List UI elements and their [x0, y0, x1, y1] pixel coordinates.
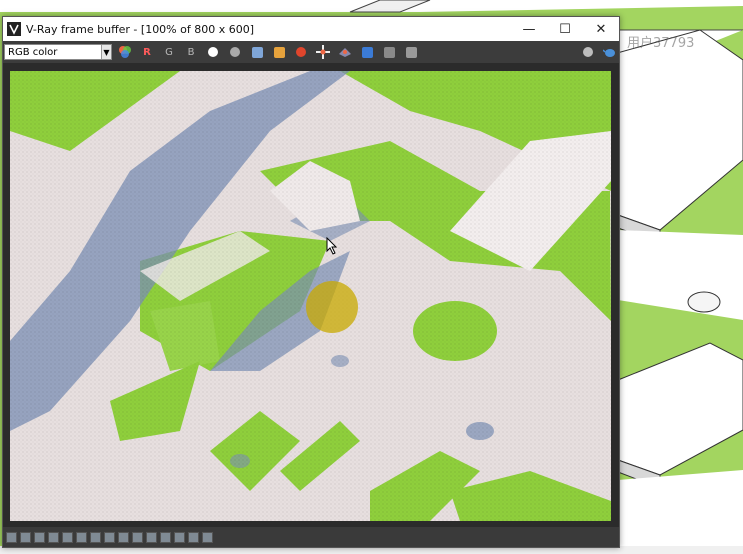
- history-icon[interactable]: [6, 531, 17, 543]
- watermark-text: 用户37793: [627, 36, 695, 51]
- split-vertical-icon[interactable]: [188, 531, 199, 543]
- save-image-icon[interactable]: [248, 43, 266, 61]
- ocio-icon[interactable]: [132, 531, 143, 543]
- cursor-highlight: [306, 281, 358, 333]
- exposure-icon[interactable]: [62, 531, 73, 543]
- lens-effects-icon[interactable]: [380, 43, 398, 61]
- color-correction-icon[interactable]: [402, 43, 420, 61]
- pixel-aspect-icon[interactable]: [146, 531, 157, 543]
- window-title: V-Ray frame buffer - [100% of 800 x 600]: [26, 22, 255, 36]
- vray-app-icon: [7, 22, 21, 36]
- open-folder-icon[interactable]: [270, 43, 288, 61]
- maximize-button[interactable]: ☐: [547, 17, 583, 41]
- minimize-button[interactable]: —: [511, 17, 547, 41]
- link-to-3d-icon[interactable]: [358, 43, 376, 61]
- info-icon[interactable]: [579, 43, 597, 61]
- bg-image-icon[interactable]: [104, 531, 115, 543]
- channel-select-value: RGB color: [8, 46, 58, 58]
- chevron-down-icon: ▼: [101, 45, 111, 59]
- vray-frame-buffer-window[interactable]: V-Ray frame buffer - [100% of 800 x 600]…: [2, 16, 620, 548]
- vfb-statusbar: [3, 527, 619, 547]
- red-channel-button[interactable]: R: [138, 43, 156, 61]
- ab-compare-icon[interactable]: [160, 531, 171, 543]
- vfb-toolbar: RGB color ▼ R G B: [3, 41, 619, 63]
- track-mouse-icon[interactable]: [314, 43, 332, 61]
- curves-icon[interactable]: [90, 531, 101, 543]
- lut-icon[interactable]: [48, 531, 59, 543]
- render-teapot-icon[interactable]: [601, 43, 619, 61]
- compare-icon[interactable]: [20, 531, 31, 543]
- green-channel-button[interactable]: G: [160, 43, 178, 61]
- close-button[interactable]: ✕: [583, 17, 619, 41]
- alpha-white-icon[interactable]: [204, 43, 222, 61]
- stamp-icon[interactable]: [34, 531, 45, 543]
- rendered-image[interactable]: [10, 71, 611, 521]
- clear-image-icon[interactable]: [292, 43, 310, 61]
- split-horizontal-icon[interactable]: [174, 531, 185, 543]
- render-region-icon[interactable]: [336, 43, 354, 61]
- blue-channel-button[interactable]: B: [182, 43, 200, 61]
- title-bar[interactable]: V-Ray frame buffer - [100% of 800 x 600]…: [3, 17, 619, 41]
- srgb-icon[interactable]: [118, 531, 129, 543]
- color-channels-icon[interactable]: [116, 43, 134, 61]
- mono-gray-icon[interactable]: [226, 43, 244, 61]
- levels-icon[interactable]: [76, 531, 87, 543]
- mouse-pointer-icon: [326, 237, 338, 255]
- channel-select[interactable]: RGB color ▼: [4, 44, 112, 60]
- debug-icon[interactable]: [202, 531, 213, 543]
